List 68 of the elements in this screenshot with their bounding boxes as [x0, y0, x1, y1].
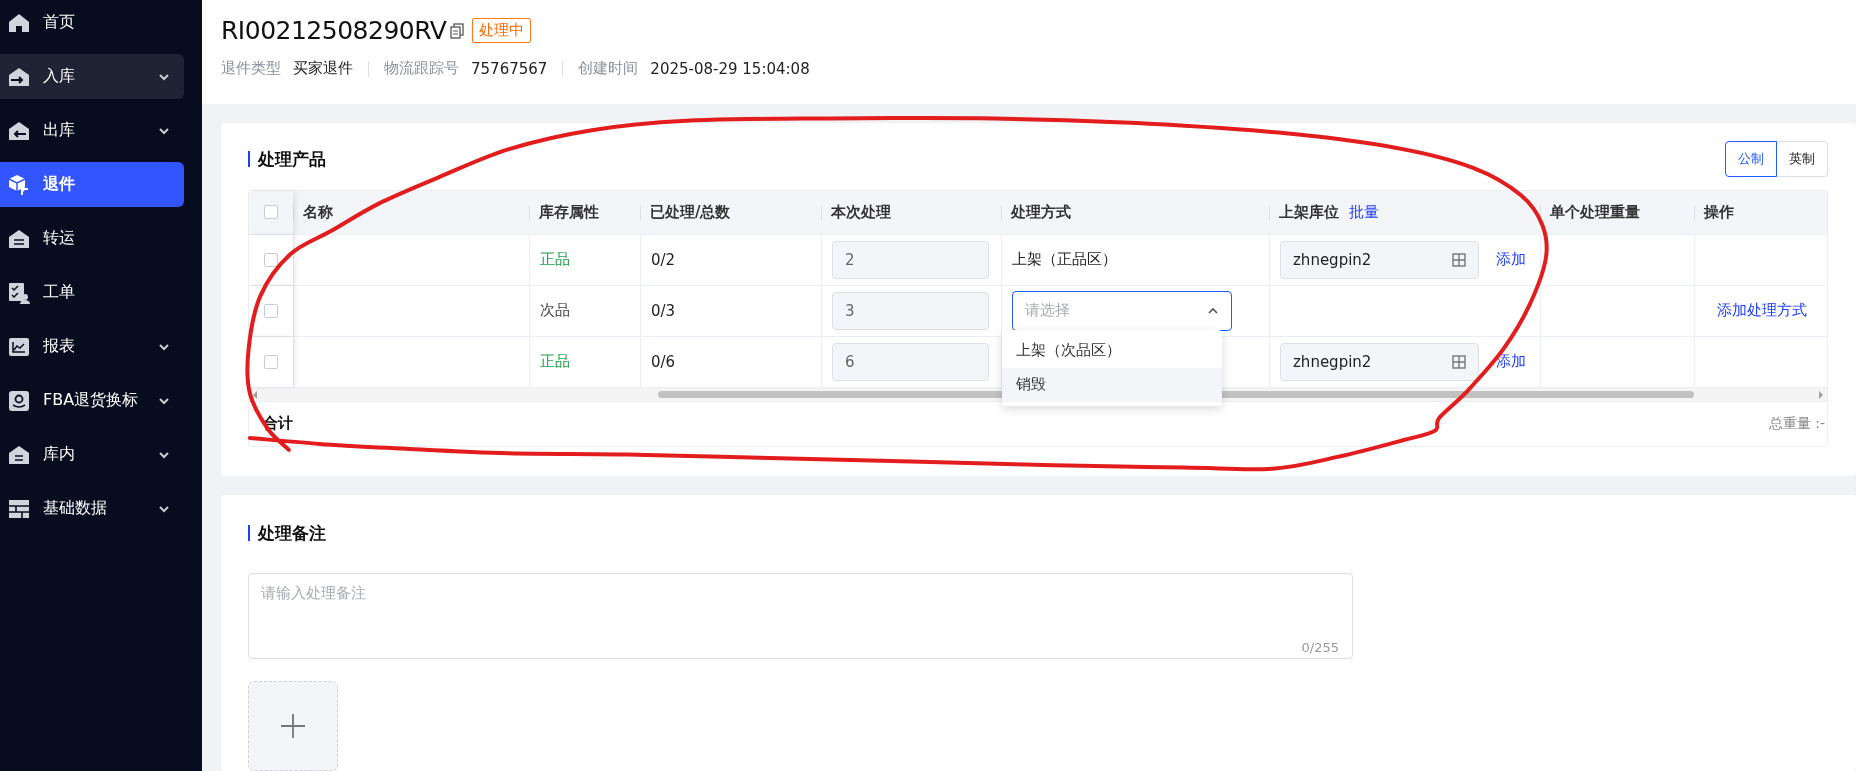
house-icon — [8, 443, 30, 466]
table-cell: 正品 — [529, 234, 640, 285]
house-arrow-icon — [8, 119, 30, 142]
sidebar-item[interactable]: FBA退货换标 — [0, 378, 184, 423]
location-field[interactable]: zhnegpin2 — [1280, 240, 1479, 279]
column-header: 本次处理 — [821, 190, 1001, 234]
quantity-field[interactable]: 2 — [832, 240, 989, 279]
table-cell: 正品 — [529, 336, 640, 387]
field-label: 物流跟踪号 — [384, 59, 459, 78]
section-title: 处理产品 — [248, 150, 326, 167]
field-value: 75767567 — [471, 59, 548, 78]
column-header: 单个处理重量 — [1540, 190, 1694, 234]
sidebar-item[interactable]: 首页 — [0, 0, 184, 45]
copy-icon — [450, 22, 465, 39]
column-header: 操作 — [1694, 190, 1829, 234]
field-label: 创建时间 — [578, 59, 639, 78]
chart-icon — [8, 335, 30, 358]
column-header: 库存属性 — [529, 190, 640, 234]
sidebar-item[interactable]: 基础数据 — [0, 486, 184, 531]
column-header: 处理方式 — [1001, 190, 1269, 234]
table-icon — [8, 497, 30, 520]
location-field[interactable]: zhnegpin2 — [1280, 342, 1479, 381]
checkbox[interactable] — [264, 205, 278, 220]
table-cell: 0/2 — [640, 234, 821, 285]
column-header: 上架库位 — [1279, 202, 1339, 222]
house-swap-icon — [8, 227, 30, 250]
plus-icon — [279, 712, 307, 740]
char-counter: 0/255 — [1301, 640, 1339, 655]
record-title: RI00212508290RV — [221, 16, 447, 45]
grid-icon — [1452, 252, 1466, 267]
grid-icon — [1452, 354, 1466, 369]
sidebar-item[interactable]: 退件 — [0, 162, 184, 207]
status-badge: 处理中 — [472, 18, 532, 43]
column-header: 名称 — [293, 190, 529, 234]
table-cell: 0/3 — [640, 285, 821, 336]
unit-tab[interactable]: 英制 — [1777, 140, 1828, 177]
package-icon — [8, 173, 30, 196]
column-header: 已处理/总数 — [640, 190, 821, 234]
smile-box-icon — [8, 389, 30, 412]
house-icon — [8, 11, 30, 34]
sidebar-item[interactable]: 入库 — [0, 54, 184, 99]
field-value: 2025-08-29 15:04:08 — [650, 59, 810, 78]
batch-link[interactable]: 批量 — [1349, 202, 1379, 222]
section-title: 处理备注 — [248, 525, 1828, 541]
dropdown-option[interactable]: 销毁 — [1002, 367, 1222, 402]
sidebar-item[interactable]: 出库 — [0, 108, 184, 153]
checkbox[interactable] — [264, 252, 278, 267]
field-value: 买家退件 — [293, 59, 353, 78]
total-weight: 总重量 :- — [1768, 414, 1825, 433]
quantity-field[interactable]: 6 — [832, 342, 989, 381]
checklist-icon — [8, 281, 30, 304]
checkbox[interactable] — [264, 354, 278, 369]
unit-tab[interactable]: 公制 — [1725, 140, 1777, 177]
table-cell: 0/6 — [640, 336, 821, 387]
sidebar-item[interactable]: 报表 — [0, 324, 184, 369]
quantity-field[interactable]: 3 — [832, 291, 989, 330]
table-cell: 次品 — [529, 285, 640, 336]
checkbox[interactable] — [264, 303, 278, 318]
field-label: 退件类型 — [221, 59, 281, 78]
house-arrow-icon — [8, 65, 30, 88]
table-cell: 上架（正品区） — [1001, 234, 1269, 285]
sidebar-item[interactable]: 工单 — [0, 270, 184, 315]
sidebar-item[interactable]: 库内 — [0, 432, 184, 477]
dropdown-option[interactable]: 上架（次品区） — [1002, 333, 1222, 368]
add-link[interactable]: 添加 — [1496, 250, 1526, 270]
add-method-link[interactable]: 添加处理方式 — [1717, 301, 1807, 321]
upload-button[interactable] — [248, 681, 338, 771]
sidebar-item[interactable]: 转运 — [0, 216, 184, 261]
